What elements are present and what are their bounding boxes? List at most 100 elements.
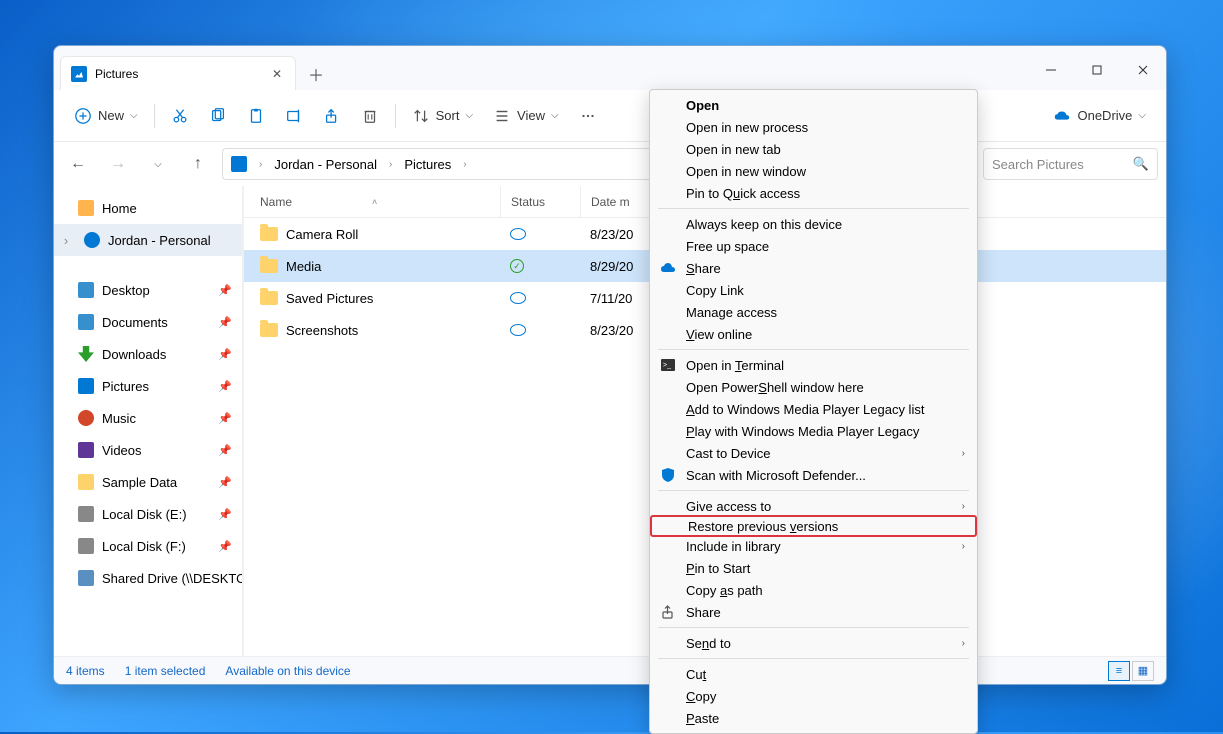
breadcrumb-part[interactable]: Jordan - Personal [270, 153, 381, 176]
col-status[interactable]: Status [500, 186, 580, 217]
cm-open-window[interactable]: Open in new window [650, 160, 977, 182]
cm-view-online[interactable]: View online [650, 323, 977, 345]
search-input[interactable]: Search Pictures 🔍 [983, 148, 1158, 180]
window-controls [1028, 46, 1166, 90]
sidebar-item-personal[interactable]: Jordan - Personal [54, 224, 242, 256]
close-tab-button[interactable]: ✕ [269, 66, 285, 82]
cm-paste[interactable]: Paste [650, 707, 977, 729]
new-tab-button[interactable]: ＋ [300, 58, 332, 90]
sidebar-item-documents[interactable]: Documents📌 [54, 306, 242, 338]
delete-button[interactable] [353, 98, 387, 134]
maximize-button[interactable] [1074, 54, 1120, 86]
new-button[interactable]: New ⌵ [66, 98, 146, 134]
status-availability: Available on this device [225, 664, 350, 678]
sidebar-item-sample[interactable]: Sample Data📌 [54, 466, 242, 498]
cm-open-tab[interactable]: Open in new tab [650, 138, 977, 160]
cm-powershell[interactable]: Open PowerShell window here [650, 376, 977, 398]
cloud-only-icon [510, 324, 526, 336]
sidebar-item-disk-f[interactable]: Local Disk (F:)📌 [54, 530, 242, 562]
recent-button[interactable]: ⌵ [142, 148, 174, 180]
cm-terminal[interactable]: >_Open in Terminal [650, 354, 977, 376]
share-button[interactable] [315, 98, 349, 134]
cloud-icon [1053, 107, 1071, 125]
cut-button[interactable] [163, 98, 197, 134]
details-view-button[interactable]: ≡ [1108, 661, 1130, 681]
thumbnail-view-button[interactable]: ▦ [1132, 661, 1154, 681]
sidebar-item-disk-e[interactable]: Local Disk (E:)📌 [54, 498, 242, 530]
cm-send-to[interactable]: Send to› [650, 632, 977, 654]
sidebar-item-videos[interactable]: Videos📌 [54, 434, 242, 466]
forward-button[interactable]: → [102, 148, 134, 180]
share-icon [660, 604, 676, 620]
cm-cast[interactable]: Cast to Device› [650, 442, 977, 464]
cm-copy-link[interactable]: Copy Link [650, 279, 977, 301]
nav-bar: ← → ⌵ ↑ › Jordan - Personal › Pictures ›… [54, 142, 1166, 186]
sort-asc-icon: ˄ [372, 197, 377, 207]
cm-cut[interactable]: Cut [650, 663, 977, 685]
cm-give-access[interactable]: Give access to› [650, 495, 977, 517]
cm-include-library[interactable]: Include in library› [650, 535, 977, 557]
minimize-button[interactable] [1028, 54, 1074, 86]
cloud-only-icon [510, 292, 526, 304]
sidebar-item-music[interactable]: Music📌 [54, 402, 242, 434]
tab-pictures[interactable]: Pictures ✕ [60, 56, 296, 90]
ellipsis-icon [579, 107, 597, 125]
cm-free-space[interactable]: Free up space [650, 235, 977, 257]
onedrive-icon [84, 232, 100, 248]
music-icon [78, 410, 94, 426]
sidebar-item-home[interactable]: Home [54, 192, 242, 224]
up-button[interactable]: ↑ [182, 148, 214, 180]
cm-wmp-list[interactable]: Add to Windows Media Player Legacy list [650, 398, 977, 420]
paste-button[interactable] [239, 98, 273, 134]
rename-button[interactable] [277, 98, 311, 134]
cloud-icon [660, 260, 676, 276]
sidebar-item-downloads[interactable]: Downloads📌 [54, 338, 242, 370]
cm-pin-quick[interactable]: Pin to Quick access [650, 182, 977, 204]
chevron-down-icon: ⌵ [1138, 110, 1146, 121]
sidebar-item-pictures[interactable]: Pictures📌 [54, 370, 242, 402]
status-selected: 1 item selected [125, 664, 206, 678]
breadcrumb-part[interactable]: Pictures [400, 153, 455, 176]
sidebar-item-desktop[interactable]: Desktop📌 [54, 274, 242, 306]
folder-icon [260, 227, 278, 241]
chevron-right-icon: › [385, 159, 396, 170]
downloads-icon [78, 346, 94, 362]
pin-icon: 📌 [218, 412, 232, 425]
cm-copy-path[interactable]: Copy as path [650, 579, 977, 601]
chevron-down-icon: ⌵ [465, 110, 473, 121]
cm-wmp-play[interactable]: Play with Windows Media Player Legacy [650, 420, 977, 442]
cm-open-process[interactable]: Open in new process [650, 116, 977, 138]
copy-button[interactable] [201, 98, 235, 134]
documents-icon [78, 314, 94, 330]
pin-icon: 📌 [218, 476, 232, 489]
folder-icon [78, 474, 94, 490]
cm-always-keep[interactable]: Always keep on this device [650, 213, 977, 235]
search-icon: 🔍 [1133, 156, 1149, 172]
more-button[interactable] [571, 98, 605, 134]
cm-defender[interactable]: Scan with Microsoft Defender... [650, 464, 977, 486]
chevron-right-icon: › [962, 501, 965, 512]
sidebar-item-shared[interactable]: Shared Drive (\\DESKTOP- [54, 562, 242, 594]
pictures-icon [71, 66, 87, 82]
cm-restore-versions[interactable]: Restore previous versions [650, 515, 977, 537]
cm-share2[interactable]: Share [650, 601, 977, 623]
pin-icon: 📌 [218, 508, 232, 521]
trash-icon [361, 107, 379, 125]
onedrive-button[interactable]: OneDrive ⌵ [1045, 98, 1154, 134]
view-button[interactable]: View ⌵ [485, 98, 567, 134]
close-button[interactable] [1120, 54, 1166, 86]
clipboard-icon [247, 107, 265, 125]
cm-copy[interactable]: Copy [650, 685, 977, 707]
cm-share[interactable]: Share [650, 257, 977, 279]
cm-manage-access[interactable]: Manage access [650, 301, 977, 323]
back-button[interactable]: ← [62, 148, 94, 180]
cm-open[interactable]: Open [650, 94, 977, 116]
terminal-icon: >_ [660, 357, 676, 373]
cm-pin-start[interactable]: Pin to Start [650, 557, 977, 579]
disk-icon [78, 506, 94, 522]
videos-icon [78, 442, 94, 458]
col-name[interactable]: Name˄ [244, 195, 500, 209]
network-icon [78, 570, 94, 586]
synced-icon: ✓ [510, 259, 524, 273]
sort-button[interactable]: Sort ⌵ [404, 98, 481, 134]
